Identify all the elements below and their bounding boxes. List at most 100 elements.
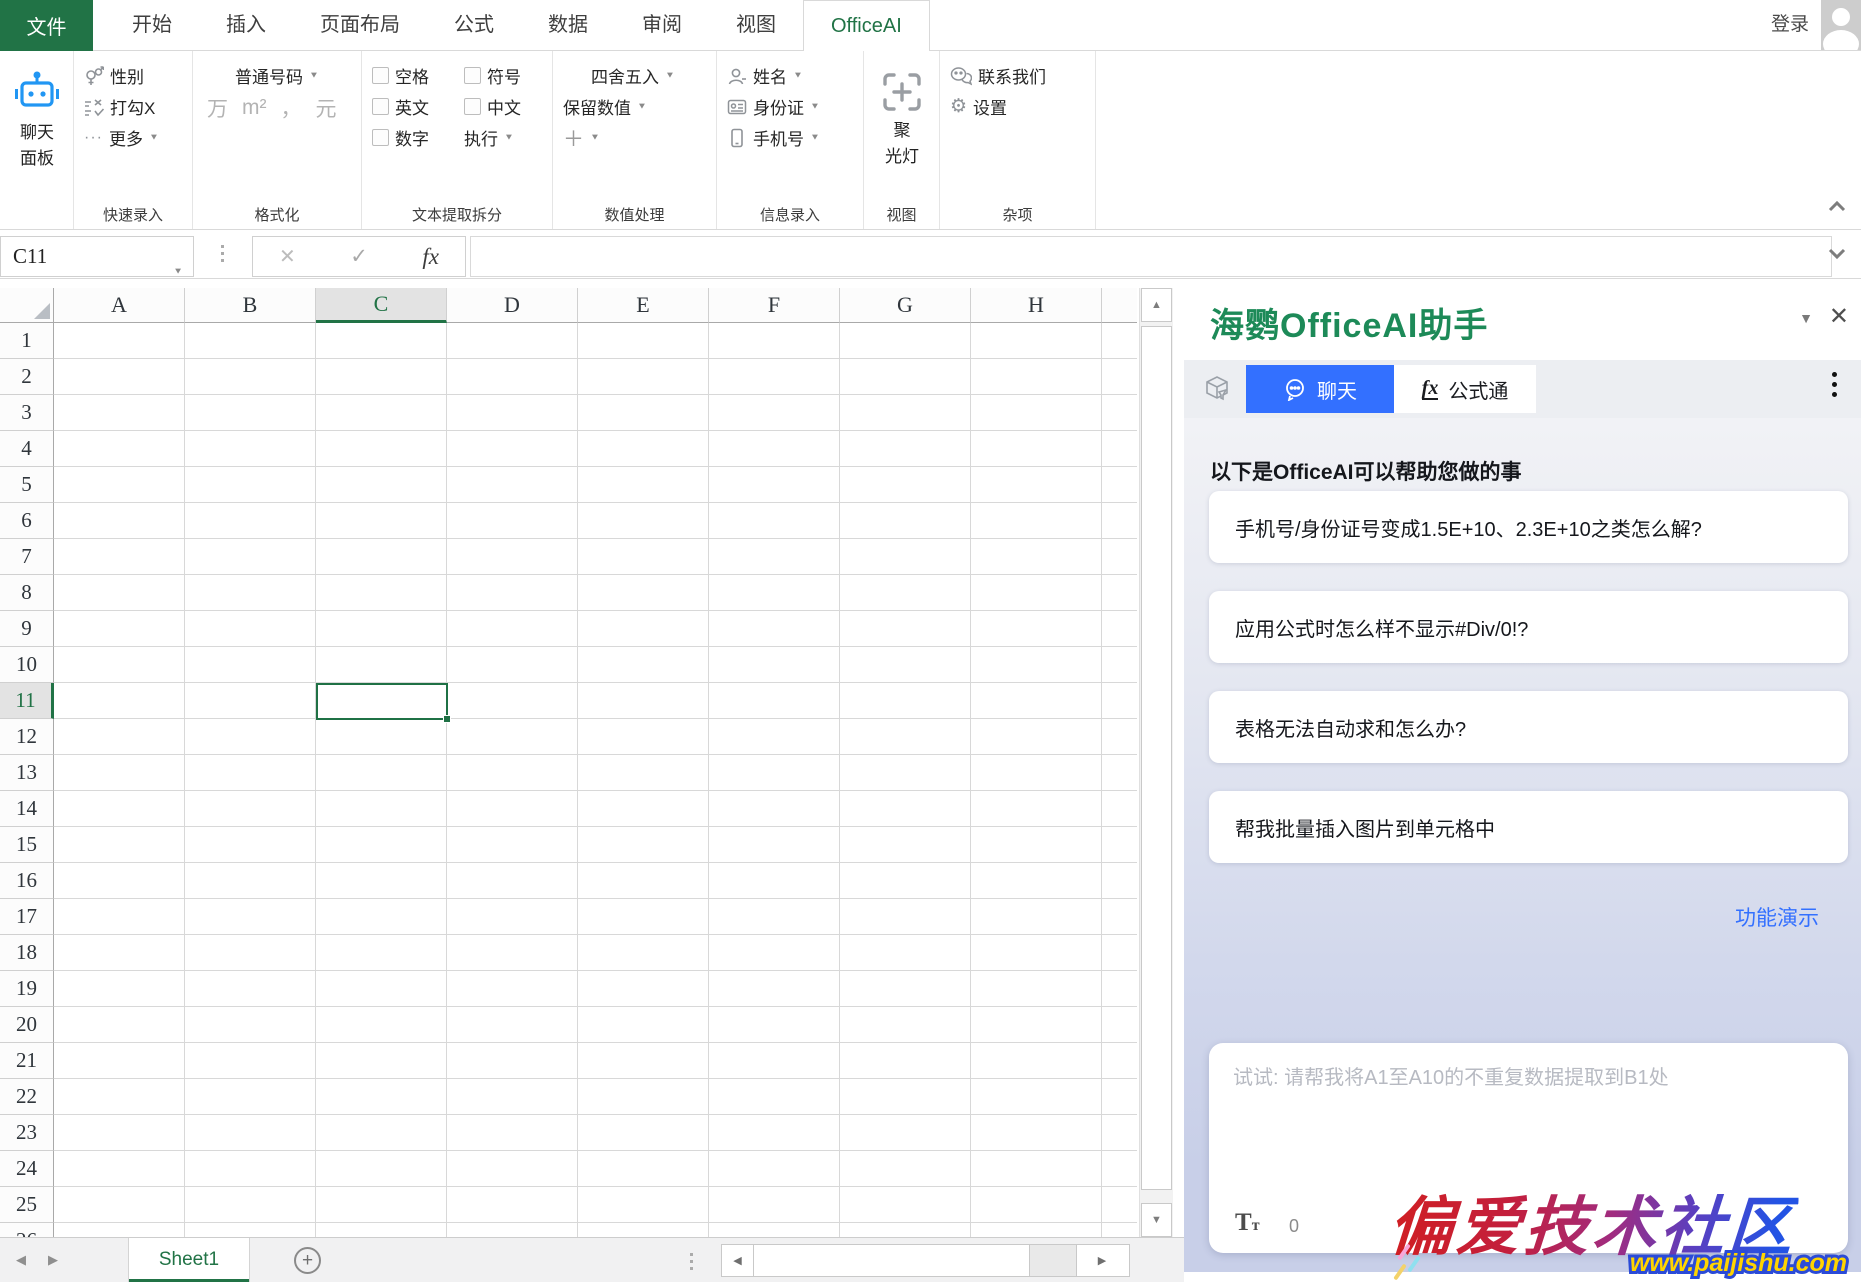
suggestion-card-1[interactable]: 手机号/身份证号变成1.5E+10、2.3E+10之类怎么解? (1209, 491, 1848, 563)
cell-B22[interactable] (185, 1079, 316, 1115)
cell-H10[interactable] (971, 647, 1102, 683)
cell-D17[interactable] (447, 899, 578, 935)
close-panel-icon[interactable]: ✕ (1829, 302, 1849, 331)
checkbox-icon[interactable] (464, 67, 481, 84)
cell-F11[interactable] (709, 683, 840, 719)
cell-E3[interactable] (578, 395, 709, 431)
english-checkbox[interactable]: 英文 (362, 94, 454, 119)
cell-E1[interactable] (578, 323, 709, 359)
cell-B3[interactable] (185, 395, 316, 431)
vertical-scrollbar-thumb[interactable] (1141, 326, 1172, 1190)
row-header-14[interactable]: 14 (0, 791, 54, 827)
comma-format-button[interactable]: ， (281, 93, 302, 123)
cell-partial-6[interactable] (1102, 503, 1137, 539)
cell-E25[interactable] (578, 1187, 709, 1223)
cell-H4[interactable] (971, 431, 1102, 467)
menu-tab-home[interactable]: 开始 (105, 0, 199, 50)
font-size-icon[interactable]: Tт (1235, 1209, 1260, 1237)
chevron-down-icon[interactable]: ▼ (173, 255, 183, 288)
cell-partial-23[interactable] (1102, 1115, 1137, 1151)
cell-D5[interactable] (447, 467, 578, 503)
cell-B20[interactable] (185, 1007, 316, 1043)
row-header-13[interactable]: 13 (0, 755, 54, 791)
cell-C20[interactable] (316, 1007, 447, 1043)
cell-D15[interactable] (447, 827, 578, 863)
cell-F3[interactable] (709, 395, 840, 431)
cell-A25[interactable] (54, 1187, 185, 1223)
cell-G14[interactable] (840, 791, 971, 827)
row-header-17[interactable]: 17 (0, 899, 54, 935)
cell-D25[interactable] (447, 1187, 578, 1223)
cell-H7[interactable] (971, 539, 1102, 575)
cell-E9[interactable] (578, 611, 709, 647)
cell-B14[interactable] (185, 791, 316, 827)
cell-C26[interactable] (316, 1223, 447, 1237)
cell-A15[interactable] (54, 827, 185, 863)
cell-C2[interactable] (316, 359, 447, 395)
cell-G25[interactable] (840, 1187, 971, 1223)
row-header-10[interactable]: 10 (0, 647, 54, 683)
checkbox-icon[interactable] (372, 129, 389, 146)
cell-G8[interactable] (840, 575, 971, 611)
cell-B18[interactable] (185, 935, 316, 971)
cell-F5[interactable] (709, 467, 840, 503)
column-header-D[interactable]: D (447, 288, 578, 323)
square-meter-format-button[interactable]: m² (242, 96, 267, 120)
cell-C8[interactable] (316, 575, 447, 611)
cell-F7[interactable] (709, 539, 840, 575)
column-header-G[interactable]: G (840, 288, 971, 323)
tab-scrollbar-splitter[interactable] (690, 1253, 693, 1270)
cell-D8[interactable] (447, 575, 578, 611)
row-header-3[interactable]: 3 (0, 395, 54, 431)
cell-D11[interactable] (447, 683, 578, 719)
menu-tab-page-layout[interactable]: 页面布局 (293, 0, 427, 50)
cell-H14[interactable] (971, 791, 1102, 827)
cell-D13[interactable] (447, 755, 578, 791)
row-header-24[interactable]: 24 (0, 1151, 54, 1187)
horizontal-scrollbar[interactable]: ◀ ▶ (721, 1244, 1130, 1277)
cell-E26[interactable] (578, 1223, 709, 1237)
cell-C7[interactable] (316, 539, 447, 575)
scroll-up-icon[interactable]: ▲ (1141, 288, 1172, 322)
cell-F10[interactable] (709, 647, 840, 683)
horizontal-scrollbar-thumb[interactable] (754, 1245, 1030, 1276)
cell-A20[interactable] (54, 1007, 185, 1043)
cell-H8[interactable] (971, 575, 1102, 611)
cell-C16[interactable] (316, 863, 447, 899)
cell-A18[interactable] (54, 935, 185, 971)
cell-C23[interactable] (316, 1115, 447, 1151)
cell-F26[interactable] (709, 1223, 840, 1237)
cell-E5[interactable] (578, 467, 709, 503)
cell-F2[interactable] (709, 359, 840, 395)
column-header-F[interactable]: F (709, 288, 840, 323)
cell-G10[interactable] (840, 647, 971, 683)
cell-B5[interactable] (185, 467, 316, 503)
row-header-23[interactable]: 23 (0, 1115, 54, 1151)
cell-F6[interactable] (709, 503, 840, 539)
column-header-A[interactable]: A (54, 288, 185, 323)
cell-C9[interactable] (316, 611, 447, 647)
cell-partial-25[interactable] (1102, 1187, 1137, 1223)
cell-E12[interactable] (578, 719, 709, 755)
cell-A7[interactable] (54, 539, 185, 575)
cell-H19[interactable] (971, 971, 1102, 1007)
cell-A3[interactable] (54, 395, 185, 431)
cell-A1[interactable] (54, 323, 185, 359)
cell-C13[interactable] (316, 755, 447, 791)
cell-B2[interactable] (185, 359, 316, 395)
cell-F24[interactable] (709, 1151, 840, 1187)
row-header-8[interactable]: 8 (0, 575, 54, 611)
cell-H1[interactable] (971, 323, 1102, 359)
cell-B19[interactable] (185, 971, 316, 1007)
cell-F25[interactable] (709, 1187, 840, 1223)
cell-B24[interactable] (185, 1151, 316, 1187)
row-header-7[interactable]: 7 (0, 539, 54, 575)
minimize-panel-icon[interactable]: ▼ (1799, 310, 1813, 326)
fill-handle[interactable] (443, 715, 451, 723)
cell-H2[interactable] (971, 359, 1102, 395)
cell-B12[interactable] (185, 719, 316, 755)
cell-F19[interactable] (709, 971, 840, 1007)
cell-partial-20[interactable] (1102, 1007, 1137, 1043)
cell-C6[interactable] (316, 503, 447, 539)
cell-G13[interactable] (840, 755, 971, 791)
